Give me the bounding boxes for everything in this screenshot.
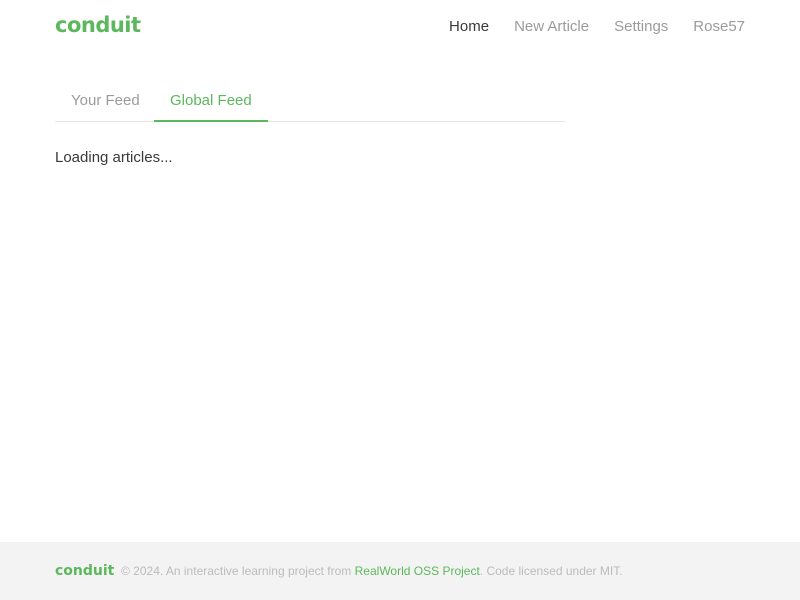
footer-attribution: © 2024. An interactive learning project … [121, 564, 623, 578]
page: conduit Home New Article Settings Rose57… [0, 0, 800, 600]
nav-home-link[interactable]: Home [449, 18, 489, 35]
tab-global-feed[interactable]: Global Feed [154, 80, 268, 122]
nav-settings-link[interactable]: Settings [614, 18, 668, 35]
nav-new-article-link[interactable]: New Article [514, 18, 589, 35]
footer: conduit © 2024. An interactive learning … [0, 542, 800, 600]
nav-links: Home New Article Settings Rose57 [449, 18, 745, 35]
tab-your-feed[interactable]: Your Feed [55, 80, 156, 122]
feed-tabs: Your Feed Global Feed [55, 80, 565, 122]
realworld-link[interactable]: RealWorld OSS Project [355, 564, 480, 578]
navbar: conduit Home New Article Settings Rose57 [0, 0, 800, 56]
nav-profile-link[interactable]: Rose57 [693, 18, 745, 35]
footer-brand-logo[interactable]: conduit [55, 563, 114, 579]
loading-status: Loading articles... [55, 149, 173, 166]
attribution-suffix: . Code licensed under MIT. [479, 564, 623, 578]
brand-logo[interactable]: conduit [55, 13, 141, 37]
attribution-prefix: © 2024. An interactive learning project … [121, 564, 355, 578]
